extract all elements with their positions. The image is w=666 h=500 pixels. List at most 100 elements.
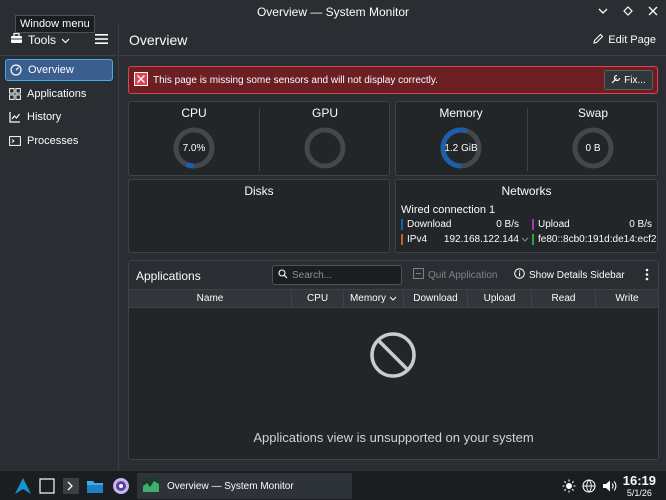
column-header-name[interactable]: Name [129,290,292,307]
terminal-icon[interactable] [62,477,80,495]
network-connection-name: Wired connection 1 [401,204,496,216]
sidebar-item-label: Processes [27,134,79,147]
pencil-icon [593,33,604,47]
page-title: Overview [129,31,188,48]
applications-toolbar: Applications Quit Application Show Detai… [129,261,658,289]
swap-value: 0 B [585,142,601,154]
search-input[interactable] [292,269,392,281]
file-manager-icon[interactable] [86,477,104,495]
download-value: 0 B/s [496,219,519,230]
sidebar-item-applications[interactable]: Applications [5,83,113,105]
column-label: Memory [349,293,387,304]
window-title: Overview — System Monitor [256,5,410,19]
sidebar-item-overview[interactable]: Overview [5,59,113,81]
clock[interactable]: 16:19 5/1/26 [623,473,656,498]
close-icon[interactable] [646,4,660,18]
processes-icon [9,135,21,147]
task-label: Overview — System Monitor [167,480,294,492]
column-header-upload[interactable]: Upload [468,290,532,307]
upload-label: Upload [538,219,570,230]
column-header-cpu[interactable]: CPU [292,290,344,307]
swap-gauge: 0 B [571,126,615,170]
app-launcher-icon[interactable] [14,477,32,495]
fix-button[interactable]: Fix... [604,70,653,90]
maximize-icon[interactable] [621,4,635,18]
sidebar-item-label: History [27,111,62,123]
ipv6-swatch [532,234,534,245]
upload-swatch [532,219,534,230]
column-header-write[interactable]: Write [596,290,658,307]
sidebar-item-label: Overview [28,64,74,76]
details-label: Show Details Sidebar [529,269,625,281]
search-icon [278,268,288,282]
download-label: Download [407,219,452,230]
sidebar-item-processes[interactable]: Processes [5,130,113,152]
chevron-down-icon[interactable] [521,237,529,242]
window-controls [596,4,660,18]
taskbar: Overview — System Monitor 16:19 5/1/26 [0,470,666,500]
gpu-label: GPU [311,106,338,120]
download-swatch [401,219,403,230]
memory-gauge: 1.2 GiB [439,126,483,170]
networks-card: Networks Wired connection 1 Download 0 B… [395,179,658,253]
main-area: Overview Edit Page This page is missing … [120,24,666,470]
edit-page-button[interactable]: Edit Page [593,33,656,47]
tools-label: Tools [28,32,57,47]
upload-row: Upload 0 B/s [532,219,652,230]
cpu-gauge-cell: CPU 7.0% [129,102,259,175]
ipv4-row: IPv4 192.168.122.144 [401,234,529,245]
memory-swap-card: Memory 1.2 GiB Swap 0 B [395,101,658,176]
quit-application-button[interactable]: Quit Application [413,268,498,282]
sidebar-item-history[interactable]: History [5,106,113,128]
unavailable-icon [369,331,417,379]
ipv4-swatch [401,234,403,245]
info-icon [514,268,525,282]
quit-label: Quit Application [428,269,498,281]
empty-state-message: Applications view is unsupported on your… [253,430,534,445]
volume-icon[interactable] [600,477,618,495]
gpu-gauge [303,126,347,170]
minimize-icon[interactable] [596,4,610,18]
applications-title: Applications [136,269,201,283]
table-header: Name CPU Memory Download Upload Read Wri… [129,289,658,308]
ipv6-value: fe80::8cb0:191d:de14:ecf2 [538,234,657,245]
ipv4-label: IPv4 [407,234,428,245]
title-bar: Overview — System Monitor [0,0,666,24]
cpu-value: 7.0% [182,142,206,154]
hamburger-menu-icon[interactable] [95,33,108,45]
column-label: Read [551,293,576,304]
disks-title: Disks [244,184,274,198]
column-label: Upload [483,293,516,304]
edit-page-label: Edit Page [608,34,656,46]
clock-time: 16:19 [622,473,656,488]
task-system-monitor[interactable]: Overview — System Monitor [137,473,352,499]
network-icon[interactable] [580,477,598,495]
column-header-memory[interactable]: Memory [344,290,404,307]
memory-gauge-cell: Memory 1.2 GiB [396,102,526,175]
column-label: CPU [306,293,329,304]
sidebar-item-label: Applications [27,87,87,100]
column-header-read[interactable]: Read [532,290,596,307]
clock-date: 5/1/26 [626,488,652,498]
cpu-gpu-card: CPU 7.0% GPU [128,101,390,176]
gpu-gauge-cell: GPU [260,102,390,175]
show-desktop-icon[interactable] [38,477,56,495]
more-options-icon[interactable] [645,268,649,281]
missing-sensors-banner: This page is missing some sensors and wi… [128,66,658,94]
column-header-download[interactable]: Download [404,290,468,307]
networks-title: Networks [501,184,552,198]
download-row: Download 0 B/s [401,219,519,230]
brightness-icon[interactable] [560,477,578,495]
applications-icon [9,87,21,100]
window-menu-tooltip: Window menu [15,15,95,33]
discover-icon[interactable] [112,477,130,495]
search-box [272,265,402,285]
ipv6-row: fe80::8cb0:191d:de14:ecf2 [532,234,656,245]
tools-button[interactable]: Tools [10,32,70,47]
show-details-sidebar-button[interactable]: Show Details Sidebar [514,268,625,282]
error-icon [134,71,148,89]
memory-label: Memory [439,106,483,120]
memory-value: 1.2 GiB [444,142,478,154]
overview-icon [10,64,22,76]
quit-icon [413,268,424,282]
